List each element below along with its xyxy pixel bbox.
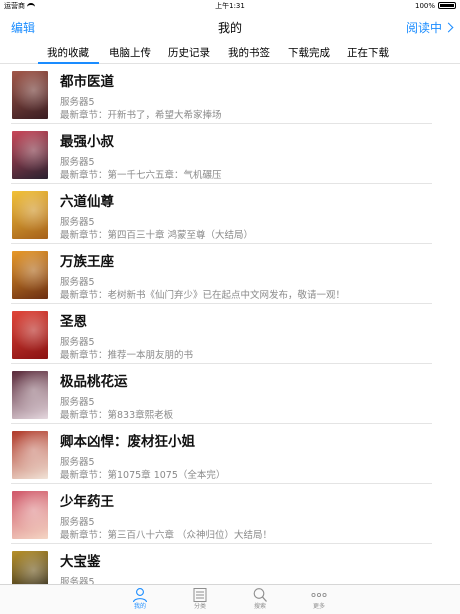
status-bar: 运营商 上午1:31 100%: [0, 0, 460, 12]
book-title: 卿本凶悍：废材狂小姐: [60, 434, 195, 450]
book-latest-chapter: 最新章节：第833章熙老板: [60, 410, 174, 421]
book-row[interactable]: 六道仙尊服务器5 最新章节：第四百三十章 鸿蒙至尊（大结局）: [0, 184, 460, 244]
book-server: 服务器5: [60, 97, 95, 108]
tab-downloading[interactable]: 正在下载: [347, 45, 389, 60]
book-latest-chapter: 最新章节：第四百三十章 鸿蒙至尊（大结局）: [60, 230, 254, 241]
book-cover-image: [12, 131, 48, 179]
bottom-tab-bar: 我的 分类 搜索 更多: [0, 584, 460, 614]
book-latest-chapter: 最新章节：开新书了，希望大希家捧场: [60, 110, 222, 121]
book-row[interactable]: 万族王座服务器5 最新章节：老树新书《仙门弃少》已在起点中文网发布，敬请一观！: [0, 244, 460, 304]
tabbar-label-mine: 我的: [133, 603, 146, 610]
tabbar-label-search: 搜索: [253, 603, 266, 610]
book-latest-chapter: 最新章节：第三百八十六章 （众神归位）大结局！: [60, 530, 273, 541]
book-title: 圣恩: [60, 314, 87, 330]
book-cover-image: [12, 491, 48, 539]
book-title: 最强小叔: [60, 134, 114, 150]
tabbar-item-more[interactable]: 更多: [299, 587, 339, 611]
book-row[interactable]: 大宝鉴服务器5: [0, 544, 460, 584]
book-server: 服务器5: [60, 457, 95, 468]
reading-label: 阅读中: [405, 21, 442, 35]
more-icon: [299, 587, 339, 603]
book-title: 都市医道: [60, 74, 114, 90]
tab-history[interactable]: 历史记录: [168, 45, 210, 60]
book-server: 服务器5: [60, 277, 95, 288]
tabbar-label-more: 更多: [312, 603, 325, 610]
book-cover-image: [12, 191, 48, 239]
status-time: 上午1:31: [215, 2, 245, 10]
battery-indicator: 100%: [415, 0, 456, 12]
book-latest-chapter: 最新章节：第一千七六五章：气机碾压: [60, 170, 222, 181]
book-server: 服务器5: [60, 217, 95, 228]
book-server: 服务器5: [60, 577, 95, 584]
segment-tabs: 我的收藏 电脑上传 历史记录 我的书签 下载完成 正在下载: [0, 40, 460, 64]
book-row[interactable]: 最强小叔服务器5 最新章节：第一千七六五章：气机碾压: [0, 124, 460, 184]
reading-button[interactable]: 阅读中: [405, 19, 454, 36]
list-icon: [180, 587, 220, 603]
book-cover-image: [12, 551, 48, 584]
book-row[interactable]: 圣恩服务器5 最新章节：推荐一本朋友朋的书: [0, 304, 460, 364]
book-latest-chapter: 最新章节：老树新书《仙门弃少》已在起点中文网发布，敬请一观！: [60, 290, 346, 301]
book-cover-image: [12, 431, 48, 479]
tab-bookmarks[interactable]: 我的书签: [228, 45, 270, 60]
book-cover-image: [12, 311, 48, 359]
book-server: 服务器5: [60, 337, 95, 348]
person-icon: [120, 587, 160, 603]
book-row[interactable]: 少年药王服务器5 最新章节：第三百八十六章 （众神归位）大结局！: [0, 484, 460, 544]
book-title: 少年药王: [60, 494, 114, 510]
tabbar-item-mine[interactable]: 我的: [120, 587, 160, 611]
book-row[interactable]: 极品桃花运服务器5 最新章节：第833章熙老板: [0, 364, 460, 424]
search-icon: [240, 587, 280, 603]
book-title: 极品桃花运: [60, 374, 128, 390]
book-title: 万族王座: [60, 254, 114, 270]
book-title: 大宝鉴: [60, 554, 101, 570]
page-title: 我的: [217, 21, 242, 35]
chevron-right-icon: [443, 22, 454, 33]
tab-pc-upload[interactable]: 电脑上传: [109, 45, 151, 60]
book-cover-image: [12, 71, 48, 119]
book-server: 服务器5: [60, 157, 95, 168]
tabbar-label-category: 分类: [193, 603, 206, 610]
tab-downloaded[interactable]: 下载完成: [288, 45, 330, 60]
book-latest-chapter: 最新章节：第1075章 1075（全本完）: [60, 470, 226, 481]
book-latest-chapter: 最新章节：推荐一本朋友朋的书: [60, 350, 194, 361]
book-title: 六道仙尊: [60, 194, 114, 210]
book-server: 服务器5: [60, 397, 95, 408]
book-row[interactable]: 卿本凶悍：废材狂小姐服务器5 最新章节：第1075章 1075（全本完）: [0, 424, 460, 484]
book-server: 服务器5: [60, 517, 95, 528]
tab-favorites[interactable]: 我的收藏: [47, 45, 89, 60]
book-row[interactable]: 都市医道服务器5 最新章节：开新书了，希望大希家捧场: [0, 64, 460, 124]
navigation-bar: 编辑 我的 阅读中: [0, 12, 460, 40]
tabbar-item-category[interactable]: 分类: [180, 587, 220, 611]
battery-icon: [438, 2, 456, 9]
battery-percent: 100%: [414, 2, 435, 10]
book-list[interactable]: 都市医道 服务器5 最新章节：开新书了，希望大希家捧场 最强小叔 服务器5 最新章节：第一…: [0, 64, 460, 584]
tabbar-item-search[interactable]: 搜索: [240, 587, 280, 611]
battery-fill: [440, 4, 454, 7]
book-cover-image: [12, 251, 48, 299]
book-cover-image: [12, 371, 48, 419]
